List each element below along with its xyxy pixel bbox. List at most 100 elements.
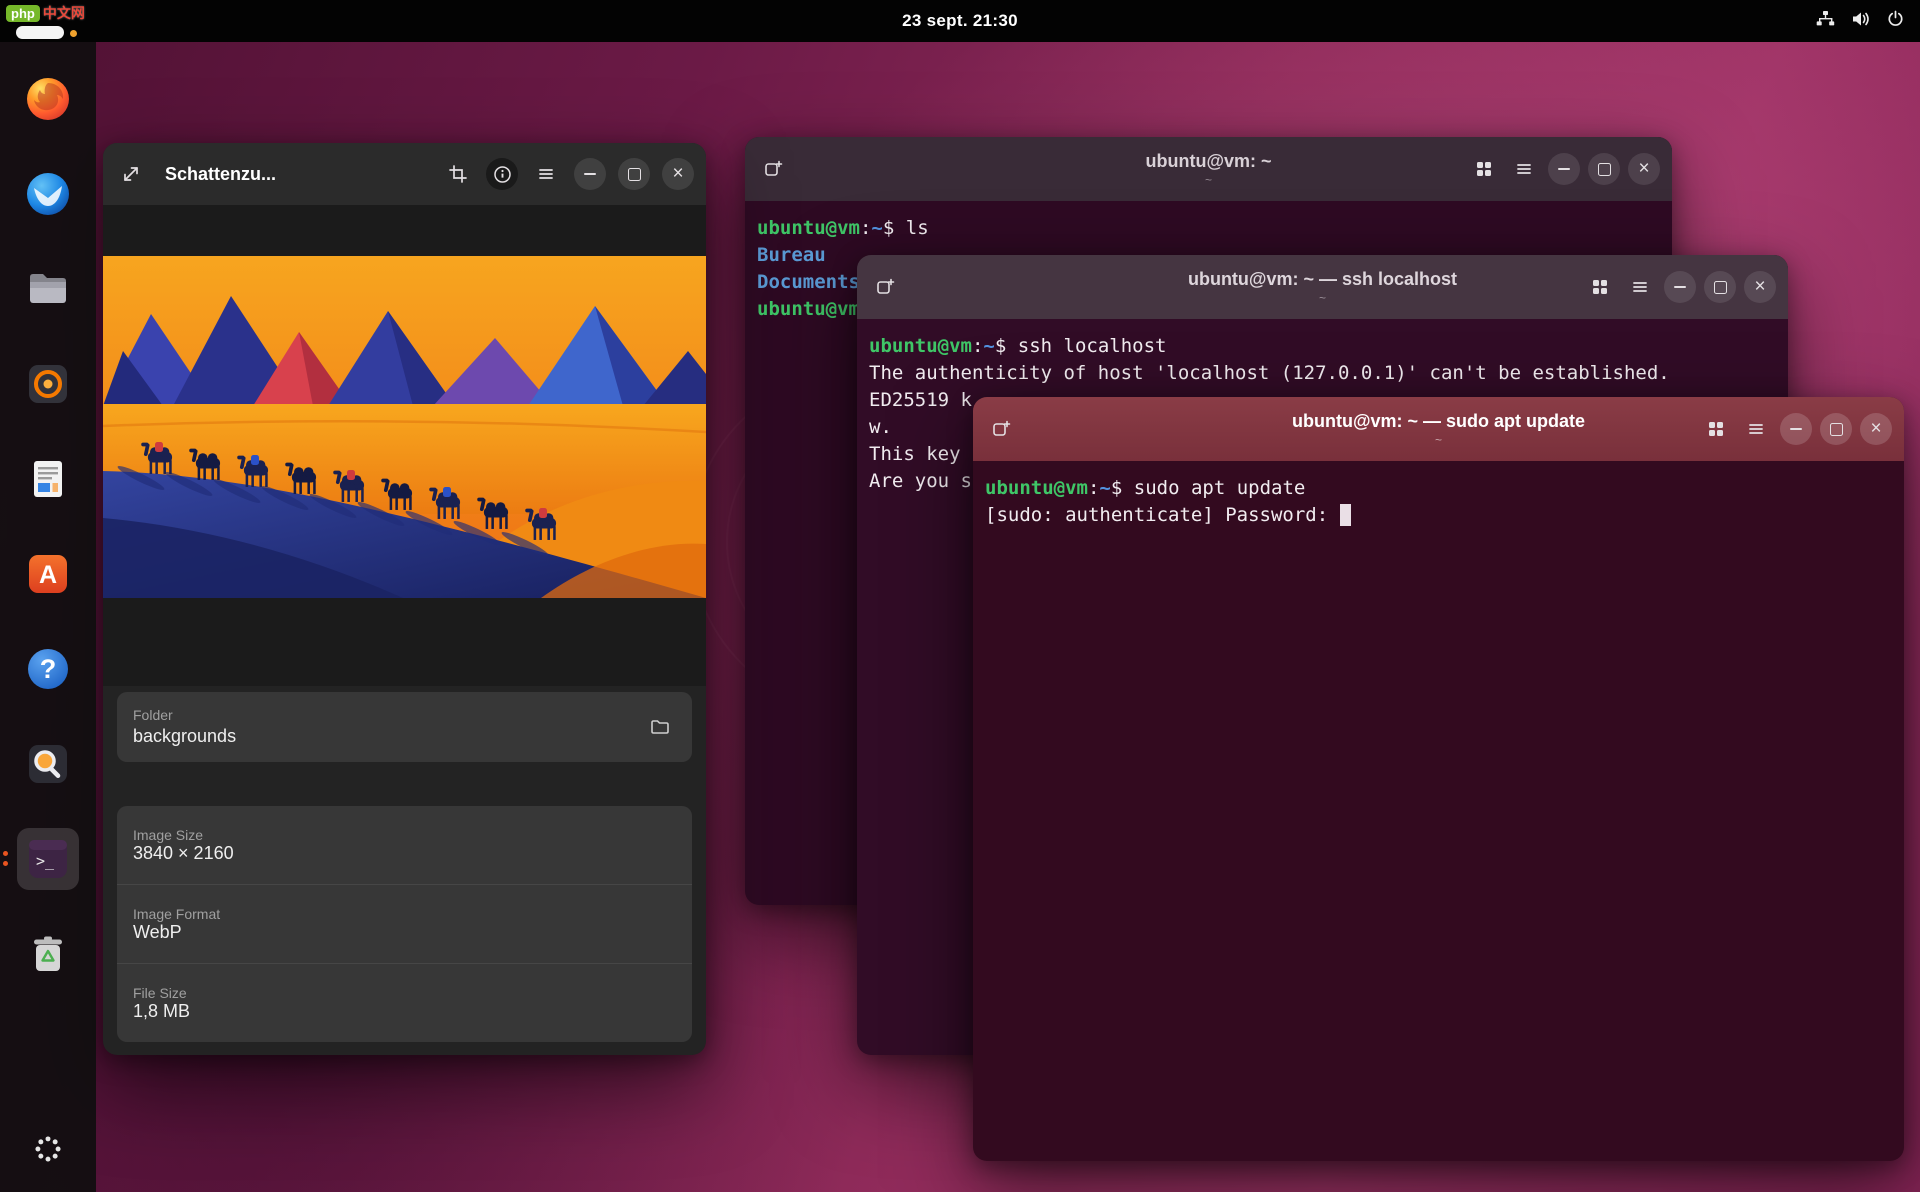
terminal-icon: >_ [24, 835, 72, 883]
maximize-button[interactable] [618, 158, 650, 190]
window-title: ubuntu@vm: ~ [1145, 151, 1271, 172]
terminal-text-segment: ED25519 k [869, 389, 972, 411]
terminal-text-segment: ubuntu@vm [757, 217, 860, 239]
minimize-button[interactable] [1780, 413, 1812, 445]
dock-item-thunderbird[interactable] [17, 163, 79, 225]
trash-icon [24, 930, 72, 978]
terminal-line: ubuntu@vm:~$ ls [757, 215, 1660, 242]
terminal-text-segment: ubuntu@vm [985, 477, 1088, 499]
minimize-button[interactable] [1548, 153, 1580, 185]
tab-overview-icon[interactable] [1584, 271, 1616, 303]
dock-item-terminal[interactable]: >_ [17, 828, 79, 890]
terminal-line: The authenticity of host 'localhost (127… [869, 360, 1776, 387]
watermark-text: 中文网 [43, 3, 85, 23]
terminal-text-segment: : [972, 335, 983, 357]
tab-overview-icon[interactable] [1468, 153, 1500, 185]
fullscreen-expand-icon[interactable] [115, 158, 147, 190]
info-icon[interactable] [486, 158, 518, 190]
terminal-text-segment: ls [906, 217, 929, 239]
close-button[interactable]: × [1628, 153, 1660, 185]
close-button[interactable]: × [1860, 413, 1892, 445]
close-button[interactable]: × [662, 158, 694, 190]
running-indicator-dot [3, 851, 8, 856]
desktop: 23 sept. 21:30 php 中文网 [0, 0, 1920, 1192]
image-format-value: WebP [133, 922, 676, 943]
terminal-text-segment: : [1088, 477, 1099, 499]
new-tab-icon[interactable] [869, 271, 901, 303]
terminal-text-segment: $ [1111, 477, 1134, 499]
tab-overview-icon[interactable] [1700, 413, 1732, 445]
terminal-headerbar[interactable]: ubuntu@vm: ~ — sudo apt update ~ × [973, 397, 1904, 461]
image-format-row: Image Format WebP [117, 885, 692, 963]
window-title: ubuntu@vm: ~ — sudo apt update [1292, 411, 1585, 432]
volume-icon[interactable] [1852, 11, 1870, 32]
dock-item-documents[interactable] [17, 448, 79, 510]
network-icon[interactable] [1816, 11, 1835, 32]
minimize-button[interactable] [574, 158, 606, 190]
clock[interactable]: 23 sept. 21:30 [902, 11, 1018, 31]
dock-item-show-apps[interactable] [17, 1118, 79, 1180]
terminal-line: ubuntu@vm:~$ sudo apt update [985, 475, 1892, 502]
open-folder-icon[interactable] [644, 711, 676, 743]
image-stage[interactable] [103, 205, 706, 686]
terminal-text-segment [1340, 504, 1351, 526]
dock-item-help[interactable]: ? [17, 638, 79, 700]
terminal-headerbar[interactable]: ubuntu@vm: ~ — ssh localhost ~ × [857, 255, 1788, 319]
top-bar: 23 sept. 21:30 [0, 0, 1920, 42]
window-title: ubuntu@vm: ~ — ssh localhost [1188, 269, 1457, 290]
dock-item-app-center[interactable]: A [17, 543, 79, 605]
image-size-row: Image Size 3840 × 2160 [117, 806, 692, 884]
question-icon: ? [24, 645, 72, 693]
menu-icon[interactable] [1624, 271, 1656, 303]
maximize-button[interactable] [1820, 413, 1852, 445]
image-size-value: 3840 × 2160 [133, 843, 676, 864]
svg-text:?: ? [40, 654, 57, 684]
window-subtitle: ~ [1435, 433, 1442, 447]
maximize-button[interactable] [1588, 153, 1620, 185]
magnifier-icon [24, 740, 72, 788]
image-details-card: Image Size 3840 × 2160 Image Format WebP… [117, 806, 692, 1042]
window-subtitle: ~ [1205, 173, 1212, 187]
dock-item-rhythmbox[interactable] [17, 353, 79, 415]
terminal-text-segment: Are you s [869, 470, 972, 492]
dock-item-files[interactable] [17, 258, 79, 320]
terminal-line: [sudo: authenticate] Password: [985, 502, 1892, 529]
terminal-text-segment: This key [869, 443, 972, 465]
menu-icon[interactable] [1508, 153, 1540, 185]
new-tab-icon[interactable] [757, 153, 789, 185]
menu-icon[interactable] [530, 158, 562, 190]
dock-item-trash[interactable] [17, 923, 79, 985]
terminal-text-segment: $ [995, 335, 1018, 357]
dock-item-firefox[interactable] [17, 68, 79, 130]
running-indicator-dot [3, 861, 8, 866]
svg-text:>_: >_ [36, 852, 55, 870]
minimize-button[interactable] [1664, 271, 1696, 303]
terminal-text-segment: ~ [983, 335, 994, 357]
window-title: Schattenzu... [165, 164, 276, 185]
status-tray[interactable] [1816, 0, 1904, 42]
power-icon[interactable] [1887, 10, 1904, 32]
terminal-line: ubuntu@vm:~$ ssh localhost [869, 333, 1776, 360]
watermark-dot [70, 30, 77, 37]
dock-item-magnifier[interactable] [17, 733, 79, 795]
maximize-button[interactable] [1704, 271, 1736, 303]
image-size-label: Image Size [133, 827, 676, 843]
dock: A ? >_ [0, 42, 96, 1192]
new-tab-icon[interactable] [985, 413, 1017, 445]
watermark-shape [16, 26, 64, 39]
terminal-text-segment: Documents [757, 271, 860, 293]
crop-icon[interactable] [442, 158, 474, 190]
show-apps-icon [26, 1127, 70, 1171]
folder-value: backgrounds [133, 726, 236, 747]
terminal-text-segment: sudo apt update [1134, 477, 1306, 499]
terminal-content[interactable]: ubuntu@vm:~$ sudo apt update[sudo: authe… [973, 461, 1904, 543]
menu-icon[interactable] [1740, 413, 1772, 445]
terminal-text-segment: $ [883, 217, 906, 239]
image-viewer-headerbar[interactable]: Schattenzu... × [103, 143, 706, 205]
terminal-headerbar[interactable]: ubuntu@vm: ~ ~ × [745, 137, 1672, 201]
image-viewer-window: Schattenzu... × [103, 143, 706, 1055]
close-button[interactable]: × [1744, 271, 1776, 303]
document-icon [24, 455, 72, 503]
terminal-text-segment: : [860, 217, 871, 239]
file-size-label: File Size [133, 985, 676, 1001]
